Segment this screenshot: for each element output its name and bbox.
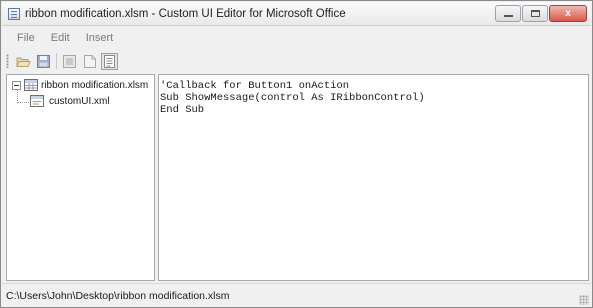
close-icon: x	[565, 8, 571, 19]
document-tree[interactable]: ribbon modification.xlsm customUI.xml	[6, 74, 155, 281]
tree-item-workbook[interactable]: ribbon modification.xlsm	[12, 79, 148, 91]
status-bar: C:\Users\John\Desktop\ribbon modificatio…	[2, 283, 591, 307]
validate-icon	[83, 54, 96, 68]
generate-callbacks-button[interactable]	[101, 52, 118, 70]
close-button[interactable]: x	[549, 5, 587, 22]
generate-callbacks-icon	[104, 54, 115, 68]
open-folder-icon	[16, 57, 31, 67]
window-title: ribbon modification.xlsm - Custom UI Edi…	[25, 7, 346, 20]
status-file-path: C:\Users\John\Desktop\ribbon modificatio…	[6, 289, 230, 302]
open-button[interactable]	[15, 53, 32, 70]
code-line: Sub ShowMessage(control As IRibbonContro…	[160, 92, 425, 104]
validate-button[interactable]	[81, 53, 98, 70]
code-line: End Sub	[160, 104, 205, 116]
minimize-icon	[504, 15, 513, 17]
menu-file[interactable]: File	[16, 30, 36, 46]
menu-bar: File Edit Insert	[2, 27, 591, 49]
tree-connector	[17, 89, 18, 103]
resize-grip[interactable]	[579, 295, 589, 305]
collapse-icon[interactable]	[12, 80, 21, 90]
window-controls: x	[494, 5, 587, 22]
toolbar	[2, 50, 591, 72]
code-line: 'Callback for Button1 onAction	[160, 80, 350, 92]
title-bar[interactable]: ribbon modification.xlsm - Custom UI Edi…	[2, 2, 591, 26]
minimize-button[interactable]	[495, 5, 521, 22]
menu-insert[interactable]: Insert	[85, 30, 115, 46]
tree-item-customui[interactable]: customUI.xml	[30, 95, 110, 107]
save-icon	[37, 54, 50, 68]
save-button[interactable]	[35, 53, 52, 70]
tree-item-label: ribbon modification.xlsm	[41, 79, 149, 91]
insert-icons-icon	[63, 54, 76, 68]
tree-connector	[17, 102, 29, 103]
xml-file-icon	[30, 95, 44, 107]
maximize-icon	[531, 10, 540, 17]
code-editor[interactable]: 'Callback for Button1 onAction Sub ShowM…	[158, 74, 589, 281]
app-icon[interactable]	[8, 7, 20, 20]
insert-icons-button[interactable]	[61, 53, 78, 70]
toolbar-grip[interactable]	[6, 54, 9, 68]
toolbar-separator	[56, 53, 57, 69]
menu-edit[interactable]: Edit	[50, 30, 71, 46]
maximize-button[interactable]	[522, 5, 548, 22]
app-window: ribbon modification.xlsm - Custom UI Edi…	[0, 0, 593, 308]
tree-item-label: customUI.xml	[49, 95, 110, 107]
workbook-icon	[24, 79, 38, 91]
